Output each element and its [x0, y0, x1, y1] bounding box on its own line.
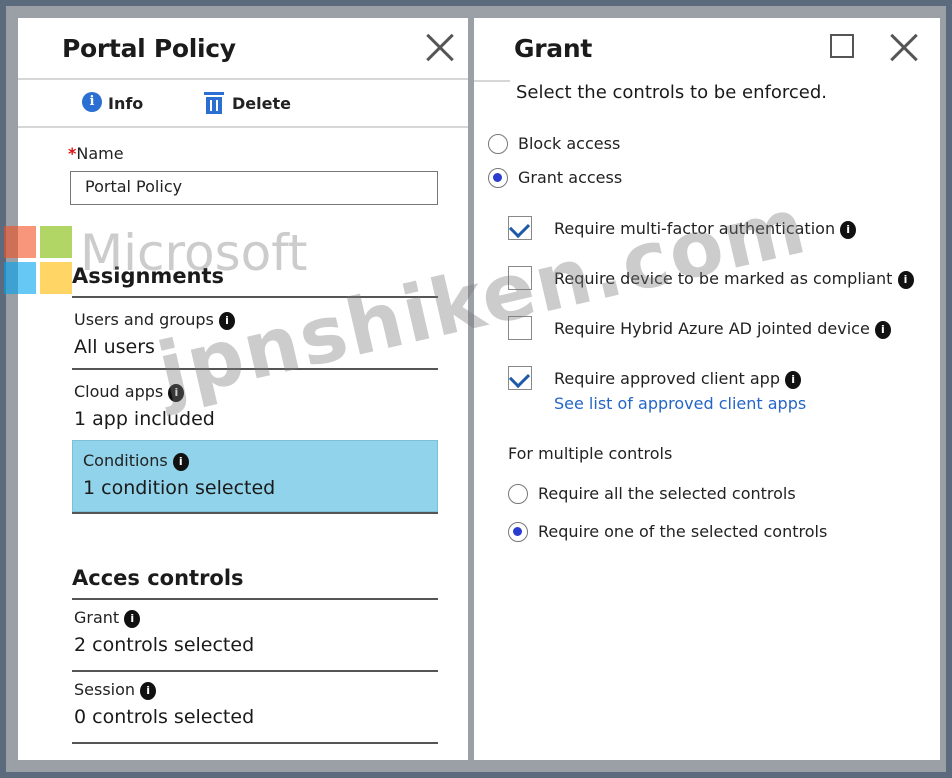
divider — [72, 512, 438, 514]
approved-app-checkbox[interactable] — [508, 366, 532, 390]
block-access-option[interactable]: Block access — [488, 132, 688, 156]
info-label: Info — [108, 94, 144, 113]
require-all-radio[interactable] — [508, 484, 528, 504]
session-label: Session i — [74, 680, 157, 700]
users-and-groups-label: Users and groups i — [74, 310, 235, 330]
control-mfa[interactable]: Require multi-factor authentication i — [508, 214, 928, 244]
name-label-text: Name — [76, 144, 124, 163]
mfa-checkbox[interactable] — [508, 216, 532, 240]
conditions-value: 1 condition selected — [83, 477, 276, 499]
check-icon — [508, 216, 531, 239]
info-circle-icon: i — [172, 452, 189, 471]
require-one-radio[interactable] — [508, 522, 528, 542]
control-approved-app[interactable]: Require approved client app i — [508, 364, 928, 394]
divider — [18, 126, 468, 128]
info-circle-icon: i — [897, 270, 914, 289]
require-one-label: Require one of the selected controls — [538, 522, 828, 541]
info-circle-icon: i — [124, 609, 141, 628]
info-circle-icon: i — [140, 681, 157, 700]
divider — [72, 670, 438, 672]
hybrid-checkbox[interactable] — [508, 316, 532, 340]
info-button[interactable]: i Info — [82, 90, 152, 116]
divider — [474, 80, 510, 82]
grant-blade: Grant Select the controls to be enforced… — [474, 18, 940, 760]
info-circle-icon: i — [168, 383, 185, 402]
conditions-label: Conditions i — [83, 451, 189, 471]
info-circle-icon: i — [785, 370, 802, 389]
name-input[interactable]: Portal Policy — [70, 171, 438, 205]
session-row[interactable]: Session i 0 controls selected — [72, 674, 438, 740]
cloud-apps-label: Cloud apps i — [74, 382, 185, 402]
maximize-icon[interactable] — [830, 34, 854, 58]
blade-title: Portal Policy — [62, 34, 236, 63]
divider — [18, 78, 468, 80]
blade-subtitle: Select the controls to be enforced. — [516, 82, 827, 103]
delete-label: Delete — [232, 94, 291, 113]
divider — [72, 742, 438, 744]
delete-button[interactable]: Delete — [204, 90, 304, 116]
compliant-checkbox[interactable] — [508, 266, 532, 290]
require-all-option[interactable]: Require all the selected controls — [508, 482, 888, 506]
block-access-label: Block access — [518, 134, 621, 153]
portal-policy-blade: Portal Policy i Info Delete *Name Portal… — [18, 18, 468, 760]
divider — [72, 598, 438, 600]
session-value: 0 controls selected — [74, 706, 255, 728]
compliant-label: Require device to be marked as compliant… — [554, 269, 914, 289]
grant-value: 2 controls selected — [74, 634, 255, 656]
check-icon — [508, 366, 531, 389]
divider — [72, 368, 438, 370]
name-label: *Name — [68, 144, 124, 163]
control-hybrid[interactable]: Require Hybrid Azure AD jointed device i — [508, 314, 928, 344]
users-and-groups-row[interactable]: Users and groups i All users — [72, 302, 438, 368]
conditions-row[interactable]: Conditions i 1 condition selected — [72, 440, 438, 512]
cloud-apps-value: 1 app included — [74, 408, 215, 430]
hybrid-label: Require Hybrid Azure AD jointed device i — [554, 319, 891, 339]
grant-access-radio[interactable] — [488, 168, 508, 188]
grant-label: Grant i — [74, 608, 141, 628]
info-circle-icon: i — [840, 220, 857, 239]
approved-apps-link[interactable]: See list of approved client apps — [554, 394, 806, 413]
assignments-heading: Assignments — [72, 264, 225, 288]
close-icon[interactable] — [424, 32, 456, 64]
require-all-label: Require all the selected controls — [538, 484, 796, 503]
grant-access-option[interactable]: Grant access — [488, 166, 688, 190]
approved-app-label: Require approved client app i — [554, 369, 802, 389]
control-compliant[interactable]: Require device to be marked as compliant… — [508, 264, 928, 294]
grant-access-label: Grant access — [518, 168, 623, 187]
cloud-apps-row[interactable]: Cloud apps i 1 app included — [72, 372, 438, 438]
info-circle-icon: i — [874, 320, 891, 339]
trash-icon — [204, 92, 224, 114]
screenshot-frame: Portal Policy i Info Delete *Name Portal… — [6, 6, 946, 772]
multiple-controls-heading: For multiple controls — [508, 444, 673, 463]
blade-title: Grant — [514, 34, 592, 63]
grant-row[interactable]: Grant i 2 controls selected — [72, 602, 438, 668]
info-icon: i — [82, 92, 102, 112]
mfa-label: Require multi-factor authentication i — [554, 219, 857, 239]
divider — [72, 296, 438, 298]
info-circle-icon: i — [218, 311, 235, 330]
block-access-radio[interactable] — [488, 134, 508, 154]
close-icon[interactable] — [888, 32, 920, 64]
require-one-option[interactable]: Require one of the selected controls — [508, 520, 888, 544]
access-controls-heading: Acces controls — [72, 566, 244, 590]
users-and-groups-value: All users — [74, 336, 155, 358]
